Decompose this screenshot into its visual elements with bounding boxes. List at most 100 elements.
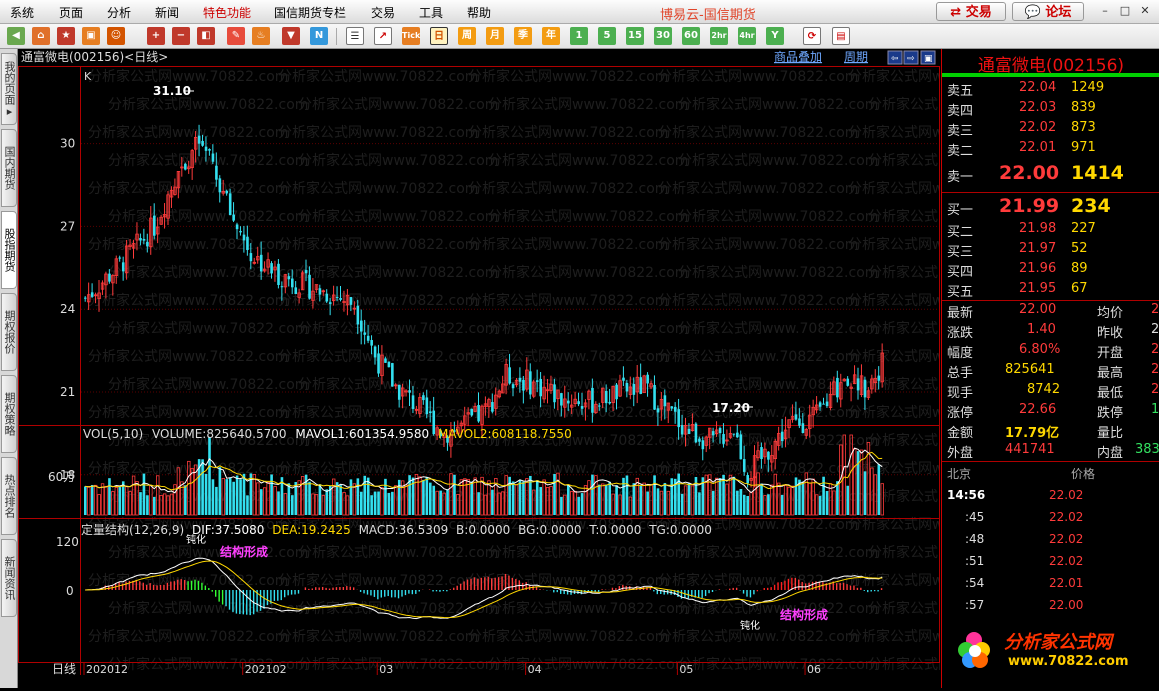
period-season-button[interactable]: 季 xyxy=(514,27,532,45)
period-month-button[interactable]: 月 xyxy=(486,27,504,45)
tab-hot-ranking[interactable]: 热点排名 xyxy=(1,457,17,535)
tab-domestic-futures[interactable]: 国内期货 xyxy=(1,129,17,207)
menu-page[interactable]: 页面 xyxy=(59,4,83,21)
period-1min-button[interactable]: 1 xyxy=(570,27,588,45)
tab-news[interactable]: 新闻资讯 xyxy=(1,539,17,617)
table-icon[interactable]: ☰ xyxy=(346,27,364,45)
tick-button[interactable]: Tick xyxy=(402,27,420,45)
menu-features[interactable]: 特色功能 xyxy=(203,4,251,21)
candle xyxy=(653,385,656,410)
candle xyxy=(215,165,218,180)
overlay-link[interactable]: 商品叠加 xyxy=(774,49,822,64)
watermark-text: 分析家公式网www.70822.com xyxy=(298,656,498,673)
pen-icon[interactable]: ✎ xyxy=(227,27,245,45)
period-15min-button[interactable]: 15 xyxy=(626,27,644,45)
buy-row-1[interactable]: 买一 21.99 234 xyxy=(947,195,1157,221)
candle xyxy=(739,434,743,460)
filter-icon[interactable]: ▼ xyxy=(282,27,300,45)
forum-button[interactable]: 💬 论坛 xyxy=(1012,2,1084,21)
maximize-icon[interactable]: □ xyxy=(1118,4,1132,18)
volume-bar xyxy=(836,481,839,515)
candle xyxy=(370,340,373,346)
sell-row-1[interactable]: 卖一 22.00 1414 xyxy=(947,162,1157,188)
candle xyxy=(308,274,311,299)
menu-trade[interactable]: 交易 xyxy=(371,4,395,21)
cycle-icon[interactable]: ⟳ xyxy=(803,27,821,45)
buy-row-4[interactable]: 买四 21.96 89 xyxy=(947,261,1157,281)
buy-row-5[interactable]: 买五 21.95 67 xyxy=(947,281,1157,301)
volume-bar xyxy=(373,491,377,515)
zoom-out-icon[interactable]: − xyxy=(172,27,190,45)
volume-bar xyxy=(670,478,674,515)
period-30min-button[interactable]: 30 xyxy=(654,27,672,45)
close-icon[interactable]: ✕ xyxy=(1138,4,1152,18)
volume-bar xyxy=(580,493,584,515)
tab-my-page[interactable]: 我的页面▸ xyxy=(1,53,17,125)
sell-row-2[interactable]: 卖二 22.01 971 xyxy=(947,140,1157,160)
candle xyxy=(687,428,691,435)
trade-button[interactable]: ⇄ 交易 xyxy=(936,2,1006,21)
volume-bar xyxy=(391,491,394,515)
watermark-text: 分析家公式网www.70822.com xyxy=(848,68,940,85)
chart-area[interactable]: 分析家公式网www.70822.com 分析家公式网www.70822.com 分析… xyxy=(18,49,1068,688)
indicator-icon[interactable]: ♨ xyxy=(252,27,270,45)
menu-guoxin[interactable]: 国信期货专栏 xyxy=(274,4,346,21)
period-day-button[interactable]: 日 xyxy=(430,27,448,45)
period-week-button[interactable]: 周 xyxy=(458,27,476,45)
buy-row-2[interactable]: 买二 21.98 227 xyxy=(947,221,1157,241)
volume-bar xyxy=(511,481,515,515)
sell-row-4[interactable]: 卖四 22.03 839 xyxy=(947,100,1157,120)
stat-label: 总手 xyxy=(947,366,974,381)
tab-options-strategy[interactable]: 期权策略 xyxy=(1,375,17,453)
candle xyxy=(780,431,784,442)
person-icon[interactable]: ☺ xyxy=(107,27,125,45)
volume-bar xyxy=(453,474,456,515)
home-icon[interactable]: ⌂ xyxy=(32,27,50,45)
period-2hr-button[interactable]: 2hr xyxy=(710,27,728,45)
chart-icon[interactable]: ↗ xyxy=(374,27,392,45)
candle xyxy=(646,374,649,384)
menu-help[interactable]: 帮助 xyxy=(467,4,491,21)
back-icon[interactable]: ◀ xyxy=(7,27,25,45)
menu-news[interactable]: 新闻 xyxy=(155,4,179,21)
zoom-in-icon[interactable]: + xyxy=(147,27,165,45)
price-tick-label: 24 xyxy=(60,302,75,316)
menu-system[interactable]: 系统 xyxy=(10,4,34,21)
sell-price: 22.02 xyxy=(1019,120,1057,135)
minimize-icon[interactable]: – xyxy=(1098,4,1112,18)
window-icon[interactable]: ◧ xyxy=(197,27,215,45)
candle xyxy=(90,292,94,297)
period-custom-button[interactable]: Y xyxy=(766,27,784,45)
tab-options-quote[interactable]: 期权报价 xyxy=(1,293,17,371)
volume-bar xyxy=(615,485,618,515)
arrow-right-icon: ▸ xyxy=(3,104,16,118)
period-link[interactable]: 周期 xyxy=(844,50,868,64)
sell-row-3[interactable]: 卖三 22.02 873 xyxy=(947,120,1157,140)
watermark-text: 分析家公式网www.70822.com xyxy=(298,96,498,113)
menu-analysis[interactable]: 分析 xyxy=(107,4,131,21)
watermark-text: 分析家公式网www.70822.com xyxy=(468,124,668,141)
volume-bar xyxy=(477,492,480,515)
period-4hr-button[interactable]: 4hr xyxy=(738,27,756,45)
sell-row-5[interactable]: 卖五 22.04 1249 xyxy=(947,80,1157,100)
volume-bar xyxy=(760,483,763,515)
new-icon[interactable]: N xyxy=(310,27,328,45)
buy-row-3[interactable]: 买三 21.97 52 xyxy=(947,241,1157,261)
panel-icon[interactable]: ▤ xyxy=(832,27,850,45)
kline-chart[interactable]: 分析家公式网www.70822.com 分析家公式网www.70822.com 分析… xyxy=(18,49,1068,688)
watermark-text: 分析家公式网www.70822.com xyxy=(108,376,308,393)
menu-tools[interactable]: 工具 xyxy=(419,4,443,21)
toolbar-separator xyxy=(336,28,337,45)
volume-bar xyxy=(204,473,208,515)
volume-bar xyxy=(87,486,91,516)
period-5min-button[interactable]: 5 xyxy=(598,27,616,45)
period-year-button[interactable]: 年 xyxy=(542,27,560,45)
favorite-icon[interactable]: ★ xyxy=(57,27,75,45)
period-60min-button[interactable]: 60 xyxy=(682,27,700,45)
volume-bar xyxy=(560,496,563,515)
volume-bar xyxy=(239,479,242,515)
volume-bar xyxy=(625,475,629,515)
volume-bar xyxy=(863,471,867,515)
tag-icon[interactable]: ▣ xyxy=(82,27,100,45)
tab-index-futures[interactable]: 股指期货 xyxy=(1,211,17,289)
